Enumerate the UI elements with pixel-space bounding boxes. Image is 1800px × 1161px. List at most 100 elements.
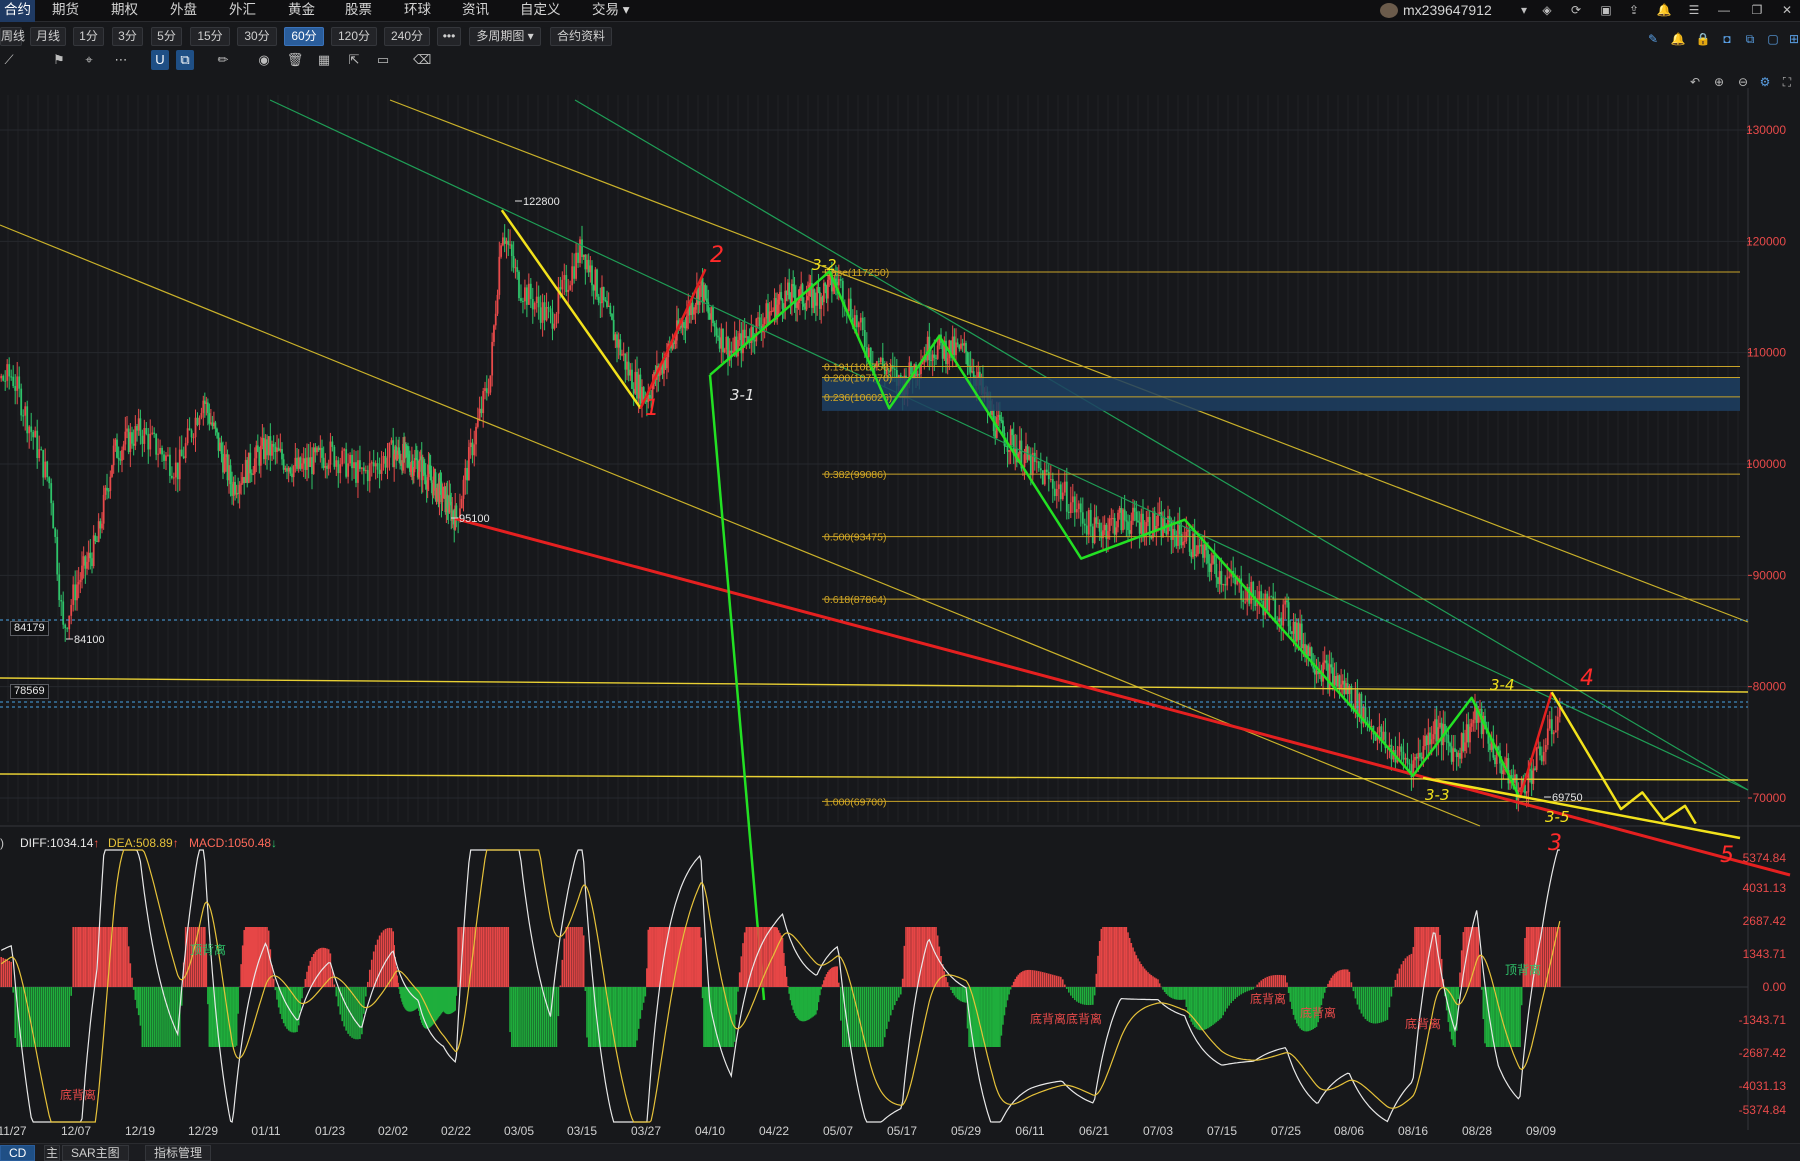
candle-body: [1067, 511, 1070, 514]
candle-body: [64, 624, 67, 629]
candle-body: [1132, 507, 1134, 521]
candle-body: [341, 450, 344, 465]
candle-body: [1091, 526, 1094, 544]
candle-body: [360, 467, 363, 469]
candle-body: [292, 466, 295, 478]
candle-body: [1120, 507, 1123, 531]
candle-body: [551, 312, 554, 329]
candle-body: [1041, 470, 1044, 485]
candle-body: [918, 373, 921, 375]
candle-body: [112, 445, 115, 466]
date-tick-label: 06/21: [1079, 1124, 1109, 1138]
candle-body: [487, 392, 490, 394]
candle-body: [366, 470, 369, 482]
candle-body: [92, 535, 95, 567]
candle-body: [777, 299, 780, 305]
candle-body: [184, 443, 187, 459]
candle-body: [82, 556, 85, 566]
candle-body: [637, 374, 640, 399]
candle-body: [577, 252, 579, 263]
candle-body: [758, 317, 761, 327]
candle-body: [624, 353, 627, 370]
candle-body: [277, 447, 280, 451]
candle-body: [44, 461, 47, 478]
candle-body: [335, 460, 338, 467]
candle-body: [194, 417, 197, 438]
candle-body: [172, 477, 175, 479]
candle-body: [464, 467, 467, 480]
candle-body: [50, 483, 53, 504]
candle-body: [99, 521, 102, 529]
candle-body: [634, 371, 637, 394]
candle-body: [712, 307, 714, 323]
candle-body: [1323, 660, 1326, 663]
chart-canvas[interactable]: 130000 120000 110000 100000 90000 80000 70000 5…: [0, 0, 1800, 1161]
candle-body: [1137, 520, 1139, 523]
candle-body: [1138, 522, 1141, 534]
candle-body: [284, 468, 287, 470]
candle-body: [1059, 484, 1062, 500]
candle-body: [289, 467, 292, 474]
candle-body: [1322, 662, 1324, 682]
candle-body: [186, 428, 189, 444]
date-tick-label: 02/02: [378, 1124, 408, 1138]
candle-body: [471, 442, 474, 456]
candle-body: [713, 322, 716, 327]
tab-macd[interactable]: CD: [0, 1145, 36, 1161]
candle-body: [753, 340, 756, 342]
candle-body: [1330, 664, 1333, 668]
candle-body: [1158, 512, 1161, 514]
candle-body: [229, 465, 232, 485]
wave-annotation: 4: [1580, 666, 1594, 691]
level-box-lower: 78569: [10, 684, 49, 699]
candle-body: [1299, 623, 1302, 640]
candle-body: [796, 303, 799, 308]
candle-body: [837, 278, 840, 286]
candle-body: [1258, 591, 1261, 599]
candle-body: [665, 357, 668, 369]
tab-sar-main[interactable]: SAR主图: [62, 1145, 129, 1161]
candle-body: [134, 426, 137, 446]
candle-body: [1300, 623, 1303, 649]
candle-body: [349, 454, 351, 464]
candle-body: [569, 285, 572, 290]
date-tick-label: 03/15: [567, 1124, 597, 1138]
candle-body: [1008, 450, 1010, 452]
candle-body: [549, 308, 552, 313]
fib-zone: [822, 377, 1740, 411]
candle-body: [910, 362, 912, 375]
date-tick-label: 07/25: [1271, 1124, 1301, 1138]
candle-body: [1336, 675, 1339, 687]
tab-indicator-manage[interactable]: 指标管理: [145, 1145, 212, 1161]
candle-body: [198, 417, 201, 425]
candle-body: [208, 413, 211, 424]
candle-body: [632, 388, 635, 394]
candle-body: [1289, 626, 1292, 632]
candle-body: [1550, 719, 1553, 735]
candle-body: [1051, 479, 1054, 489]
candle-body: [441, 498, 444, 502]
candle-body: [4, 380, 7, 382]
candle-body: [1424, 735, 1426, 747]
candle-body: [311, 457, 313, 474]
candle-body: [535, 296, 538, 304]
divergence-label: 底背离: [1250, 991, 1286, 1006]
candle-body: [1469, 726, 1471, 743]
candle-body: [969, 366, 972, 373]
candle-body: [316, 447, 318, 453]
candle-body: [249, 452, 252, 474]
candle-body: [1218, 571, 1221, 584]
candle-body: [480, 408, 483, 414]
candle-body: [725, 336, 728, 350]
candle-body: [1152, 511, 1154, 539]
candle-body: [1057, 484, 1060, 489]
candle-body: [1341, 680, 1344, 685]
price-tick-label: 110000: [1747, 346, 1786, 360]
candle-body: [559, 287, 562, 290]
candle-body: [1539, 746, 1541, 756]
main-chart-icon[interactable]: 主: [44, 1145, 60, 1161]
wave-red-4: [1518, 691, 1553, 799]
candle-body: [1006, 446, 1009, 452]
date-tick-label: 07/03: [1143, 1124, 1173, 1138]
candle-body: [491, 341, 494, 376]
